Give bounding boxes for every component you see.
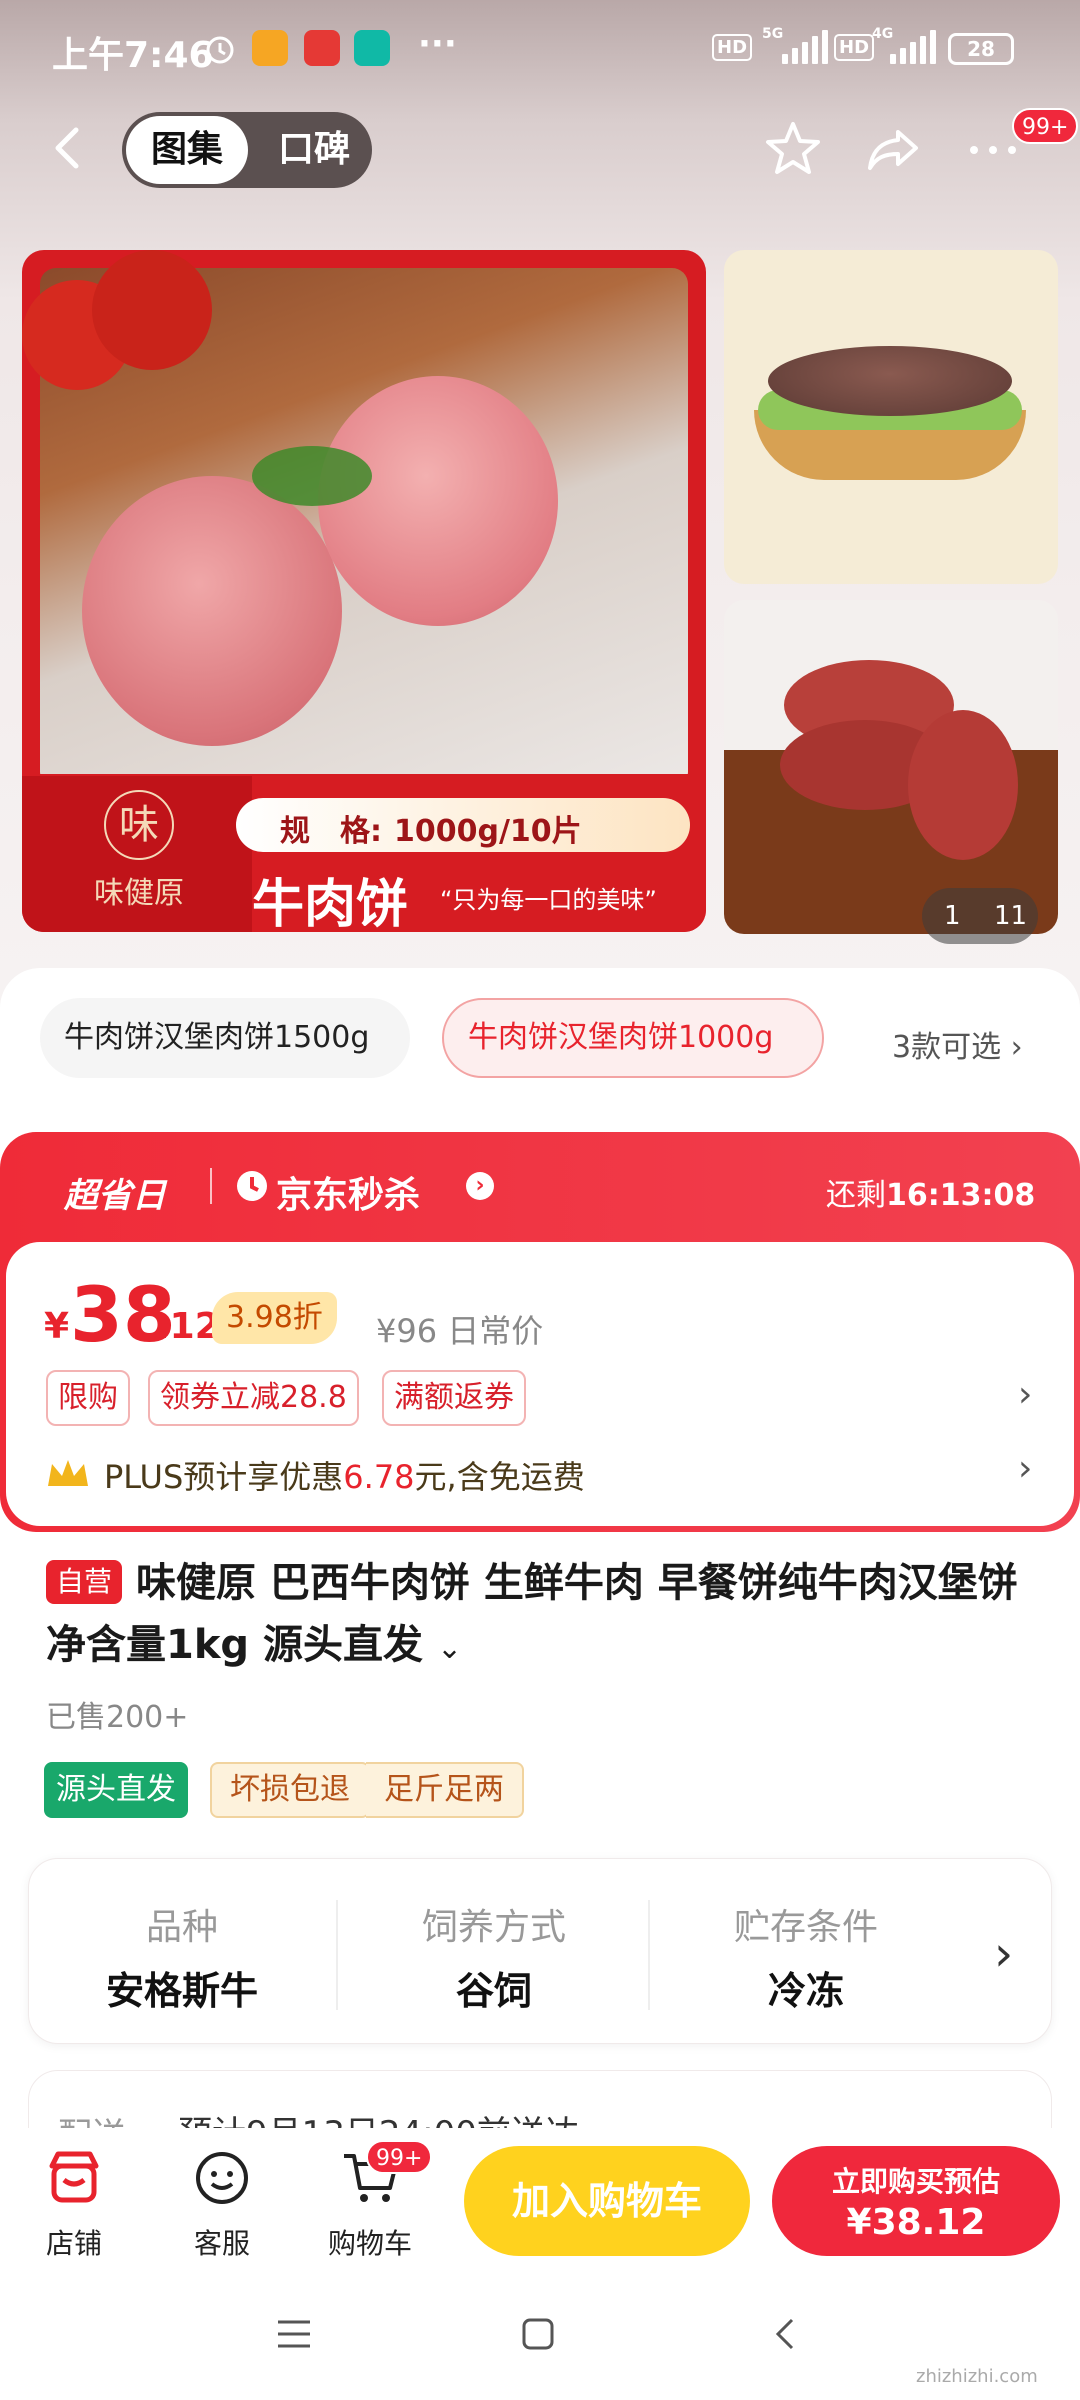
more-variants-label: 3款可选 bbox=[892, 1030, 1002, 1065]
price-decimal: .12 bbox=[156, 1306, 220, 1347]
discount-badge: 3.98折 bbox=[212, 1292, 337, 1344]
spec-value: 1000g/10片 bbox=[394, 814, 582, 849]
divider bbox=[336, 1900, 338, 2010]
store-icon[interactable] bbox=[44, 2148, 104, 2208]
burger-patty bbox=[768, 346, 1012, 416]
customer-service-icon[interactable] bbox=[192, 2148, 252, 2208]
clock-logo-icon bbox=[237, 1171, 267, 1201]
hd-icon: HD bbox=[712, 34, 753, 61]
tag-coupon[interactable]: 领券立减28.8 bbox=[148, 1370, 359, 1426]
currency-symbol: ¥ bbox=[44, 1306, 70, 1347]
tomato-image-2 bbox=[92, 250, 212, 370]
buy-now-label: 立即购买预估 bbox=[831, 2165, 1000, 2198]
pager-current: 1 bbox=[944, 901, 961, 931]
chip-damage-return: 坏损包退 bbox=[210, 1762, 370, 1818]
watermark: zhizhizhi.com bbox=[916, 2366, 1038, 2387]
main-product-image[interactable]: 味 味健原 规 格: 1000g/10片 牛肉饼 “只为每一口的美味” bbox=[22, 250, 706, 932]
back-icon[interactable] bbox=[766, 2314, 806, 2354]
pager-total: 11 bbox=[994, 901, 1028, 931]
gallery-pager: 1 11 bbox=[922, 888, 1038, 944]
tab-reviews[interactable]: 口碑 bbox=[262, 116, 366, 184]
view-tabs: 图集 口碑 bbox=[122, 112, 372, 188]
buy-now-button[interactable]: 立即购买预估 ¥38.12 bbox=[772, 2146, 1060, 2256]
chip-source-direct: 源头直发 bbox=[44, 1762, 188, 1818]
cart-label[interactable]: 购物车 bbox=[310, 2222, 430, 2262]
chip-full-weight: 足斤足两 bbox=[366, 1762, 524, 1818]
tag-rebate-coupon[interactable]: 满额返券 bbox=[382, 1370, 526, 1426]
thumbnail-burger[interactable] bbox=[724, 250, 1058, 584]
signal-icon-2 bbox=[890, 30, 936, 64]
status-bar: 上午7:46 ··· HD 5G HD 4G 28 bbox=[0, 0, 1080, 100]
status-more-icon: ··· bbox=[418, 24, 457, 64]
thumbnail-stacked-patties[interactable] bbox=[724, 600, 1058, 934]
patty-upright bbox=[908, 710, 1018, 860]
toutiao-app-icon bbox=[304, 30, 340, 66]
plus-prefix: PLUS预计享优惠 bbox=[104, 1458, 344, 1496]
boss-app-icon bbox=[354, 30, 390, 66]
variant-option-1000g[interactable]: 牛肉饼汉堡肉饼1000g bbox=[442, 998, 824, 1078]
service-label[interactable]: 客服 bbox=[162, 2222, 282, 2262]
divider bbox=[210, 1168, 212, 1204]
attributes-panel[interactable] bbox=[28, 1858, 1052, 2044]
more-variants-link[interactable]: 3款可选 › bbox=[892, 1022, 1023, 1066]
flash-sale-label: 京东秒杀 bbox=[276, 1175, 421, 1216]
attr-breed-label: 品种 bbox=[145, 1907, 218, 1948]
divider bbox=[648, 1900, 650, 2010]
chevron-circle-icon[interactable]: › bbox=[466, 1172, 494, 1200]
battery-indicator: 28 bbox=[948, 33, 1014, 65]
brand-name: 味健原 bbox=[94, 876, 184, 911]
home-icon[interactable] bbox=[518, 2314, 558, 2354]
cart-badge: 99+ bbox=[366, 2140, 433, 2174]
signal-icon bbox=[782, 30, 828, 64]
patty-image-2 bbox=[318, 376, 558, 626]
hd-icon-2: HD bbox=[834, 34, 875, 61]
product-name-label: 牛肉饼 bbox=[252, 875, 409, 932]
chevron-right-icon: › bbox=[1010, 1030, 1023, 1065]
add-to-cart-button[interactable]: 加入购物车 bbox=[464, 2146, 750, 2256]
regular-price: ¥96 日常价 bbox=[376, 1312, 544, 1350]
share-icon[interactable] bbox=[862, 118, 924, 180]
store-label[interactable]: 店铺 bbox=[14, 2222, 134, 2262]
chevron-right-icon[interactable]: › bbox=[1018, 1448, 1032, 1489]
countdown-time: 16:13:08 bbox=[886, 1178, 1036, 1213]
countdown: 还剩16:13:08 bbox=[826, 1170, 1035, 1214]
message-badge: 99+ bbox=[1012, 108, 1079, 144]
tag-purchase-limit: 限购 bbox=[46, 1370, 130, 1426]
self-operated-badge: 自营 bbox=[46, 1560, 122, 1604]
chevron-down-icon[interactable]: ⌄ bbox=[437, 1631, 462, 1666]
variant-option-1500g[interactable]: 牛肉饼汉堡肉饼1500g bbox=[40, 998, 410, 1078]
status-time: 上午7:46 bbox=[52, 35, 214, 76]
chevron-right-icon[interactable]: › bbox=[1018, 1374, 1032, 1415]
back-arrow-icon[interactable] bbox=[40, 118, 100, 178]
product-title: 味健原 巴西牛肉饼 生鲜牛肉 早餐饼纯牛肉汉堡饼 净含量1kg 源头直发 ⌄ bbox=[46, 1552, 1046, 1680]
star-icon[interactable] bbox=[762, 118, 824, 180]
slogan: “只为每一口的美味” bbox=[440, 886, 657, 914]
tab-gallery[interactable]: 图集 bbox=[126, 116, 248, 184]
attr-storage-value: 冷冻 bbox=[767, 1969, 844, 2013]
herb-garnish bbox=[252, 446, 372, 506]
attr-feeding-label: 饲养方式 bbox=[421, 1907, 566, 1948]
chevron-right-icon[interactable]: › bbox=[994, 1926, 1013, 1982]
plus-benefit[interactable]: PLUS预计享优惠6.78元,含免运费 bbox=[104, 1452, 585, 1498]
attr-feeding-value: 谷饲 bbox=[455, 1969, 532, 2013]
countdown-label: 还剩 bbox=[826, 1178, 886, 1213]
crown-icon bbox=[48, 1460, 88, 1486]
plus-suffix: 元,含免运费 bbox=[414, 1458, 585, 1496]
brand-logo: 味 bbox=[104, 790, 174, 860]
buy-now-price: ¥38.12 bbox=[846, 2202, 986, 2243]
patty-image bbox=[82, 476, 342, 746]
alarm-icon bbox=[206, 36, 234, 64]
event-label: 超省日 bbox=[64, 1176, 166, 1216]
product-title-text: 味健原 巴西牛肉饼 生鲜牛肉 早餐饼纯牛肉汉堡饼 净含量1kg 源头直发 bbox=[46, 1560, 1018, 1668]
plus-amount: 6.78 bbox=[343, 1458, 415, 1496]
network-5g-label: 5G bbox=[762, 26, 784, 42]
spec-label: 规 格: bbox=[280, 814, 382, 849]
attr-storage-label: 贮存条件 bbox=[733, 1907, 878, 1948]
sold-count: 已售200+ bbox=[46, 1700, 189, 1735]
weibo-app-icon bbox=[252, 30, 288, 66]
attr-breed-value: 安格斯牛 bbox=[105, 1969, 258, 2013]
menu-icon[interactable] bbox=[274, 2314, 314, 2354]
